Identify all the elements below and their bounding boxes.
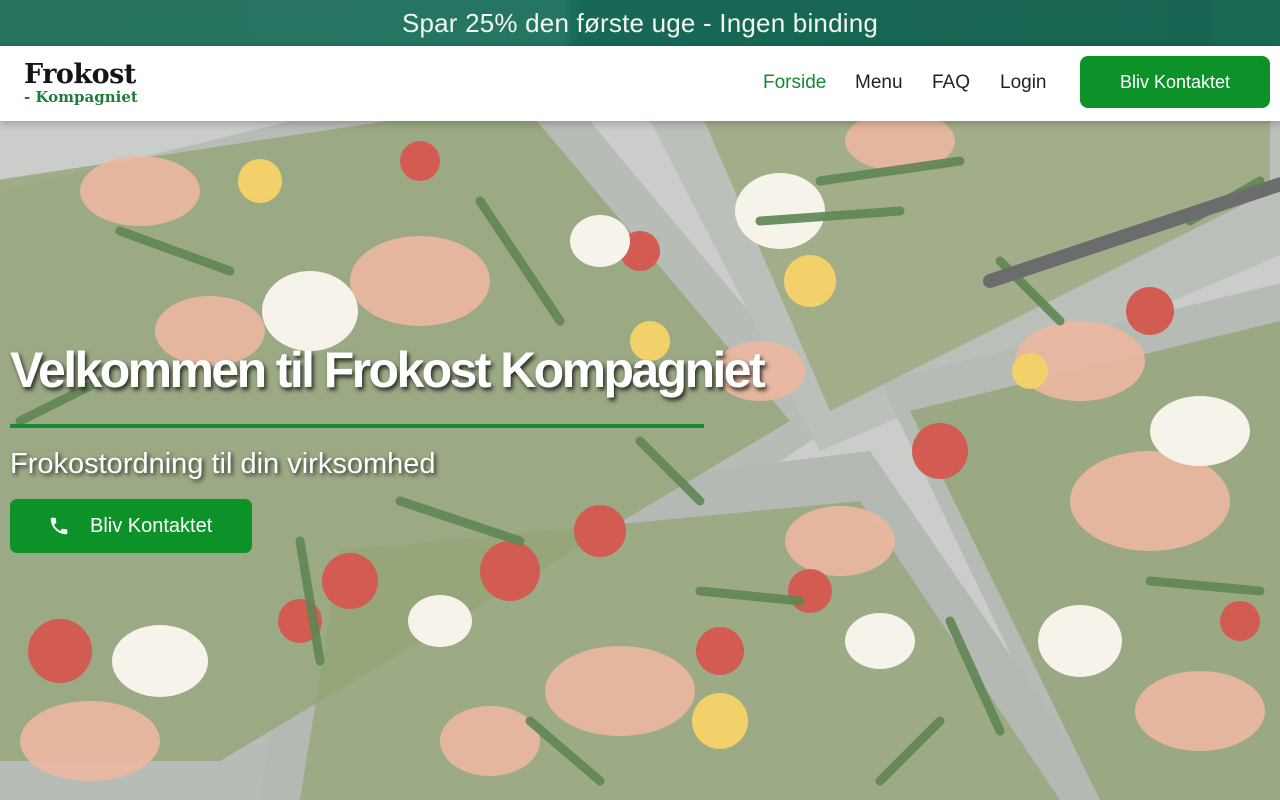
promo-banner: Spar 25% den første uge - Ingen binding — [0, 0, 1280, 46]
hero-section: Velkommen til Frokost Kompagniet Frokost… — [0, 121, 1280, 800]
site-header: Frokost - Kompagniet Forside Menu FAQ Lo… — [0, 46, 1280, 121]
hero-contact-button[interactable]: Bliv Kontaktet — [10, 499, 252, 553]
hero-contact-label: Bliv Kontaktet — [90, 515, 213, 537]
header-contact-button[interactable]: Bliv Kontaktet — [1080, 56, 1270, 108]
nav-link-forside[interactable]: Forside — [763, 72, 826, 94]
nav-link-faq[interactable]: FAQ — [932, 72, 970, 94]
promo-text: Spar 25% den første uge - Ingen binding — [401, 7, 879, 38]
nav-link-login[interactable]: Login — [1000, 72, 1047, 94]
logo-subline: - Kompagniet — [24, 88, 138, 106]
phone-icon — [50, 517, 68, 535]
logo-wordmark: Frokost — [24, 59, 136, 90]
hero-divider — [10, 424, 704, 428]
hero-subtitle: Frokostordning til din virksomhed — [10, 448, 436, 480]
hero-title: Velkommen til Frokost Kompagniet — [10, 342, 766, 398]
logo[interactable]: Frokost - Kompagniet — [24, 60, 144, 108]
nav-link-menu[interactable]: Menu — [855, 72, 903, 94]
